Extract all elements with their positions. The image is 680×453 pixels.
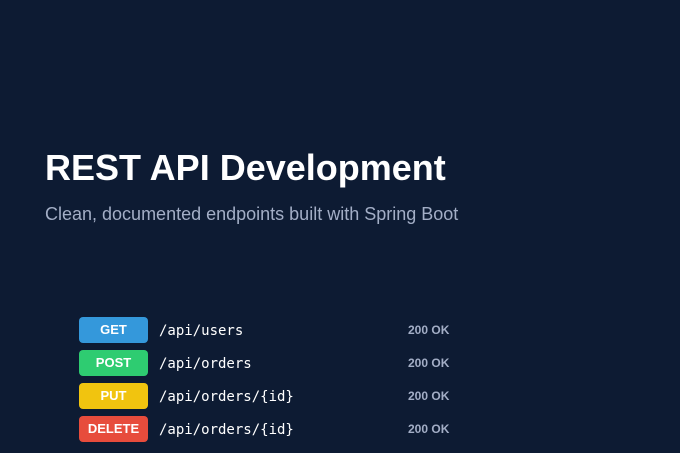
status-text: 200 OK [408, 422, 450, 436]
status-text: 200 OK [408, 389, 450, 403]
endpoint-path: /api/users [159, 323, 244, 339]
endpoint-list: GET /api/users 200 OK POST /api/orders 2… [79, 317, 479, 449]
endpoint-row-delete: DELETE /api/orders/{id} 200 OK [79, 416, 479, 442]
page-subtitle: Clean, documented endpoints built with S… [45, 204, 459, 224]
endpoint-row-post: POST /api/orders 200 OK [79, 350, 479, 376]
page-title: REST API Development [45, 147, 446, 188]
endpoint-path: /api/orders/{id} [159, 389, 294, 405]
status-text: 200 OK [408, 356, 450, 370]
status-text: 200 OK [408, 323, 450, 337]
endpoint-row-put: PUT /api/orders/{id} 200 OK [79, 383, 479, 409]
method-badge-delete: DELETE [79, 416, 148, 442]
endpoint-row-get: GET /api/users 200 OK [79, 317, 479, 343]
method-badge-post: POST [79, 350, 148, 376]
method-badge-put: PUT [79, 383, 148, 409]
endpoint-path: /api/orders/{id} [159, 422, 294, 438]
method-badge-get: GET [79, 317, 148, 343]
endpoint-path: /api/orders [159, 356, 252, 372]
